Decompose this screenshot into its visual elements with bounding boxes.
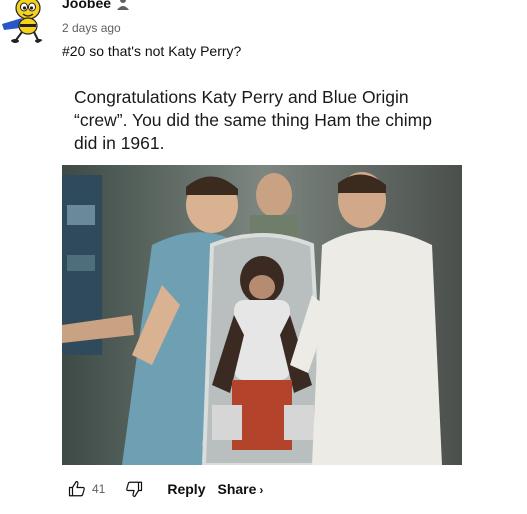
bee-mascot-icon xyxy=(0,0,52,46)
dislike-button[interactable] xyxy=(125,480,143,498)
like-count: 41 xyxy=(92,482,106,496)
like-button[interactable] xyxy=(68,480,86,498)
thumb-down-icon xyxy=(126,481,143,498)
avatar[interactable] xyxy=(0,0,52,46)
comment-timestamp[interactable]: 2 days ago xyxy=(62,21,121,35)
chevron-right-icon: › xyxy=(259,483,264,497)
share-label: Share xyxy=(217,481,257,497)
thumb-up-icon xyxy=(68,480,85,497)
share-button[interactable]: Share › xyxy=(217,481,263,497)
comment-image[interactable]: Congratulations Katy Perry and Blue Orig… xyxy=(62,78,462,465)
person-icon xyxy=(117,0,130,10)
chimp-photo xyxy=(62,165,462,465)
reply-button[interactable]: Reply xyxy=(167,481,205,497)
image-caption: Congratulations Katy Perry and Blue Orig… xyxy=(74,87,432,153)
comment-text: #20 so that's not Katy Perry? xyxy=(62,43,242,59)
comment-author[interactable]: Joobee xyxy=(62,0,111,11)
